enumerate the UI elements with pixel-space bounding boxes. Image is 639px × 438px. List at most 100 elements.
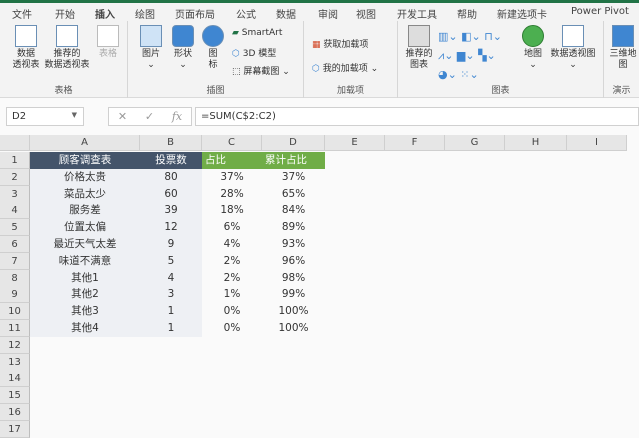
column-header[interactable]: B — [140, 135, 202, 151]
table-cell[interactable]: 最近天气太差 — [30, 236, 140, 253]
table-cell[interactable]: 1 — [140, 303, 202, 320]
shapes-button[interactable]: 形状 ⌄ — [170, 25, 196, 71]
table-cell[interactable]: 100% — [262, 320, 325, 337]
screenshot-button[interactable]: ⬚ 屏幕截图 ⌄ — [232, 64, 290, 77]
table-cell[interactable]: 其他3 — [30, 303, 140, 320]
table-cell[interactable]: 37% — [262, 169, 325, 186]
tab-12[interactable]: Power Pivot — [571, 3, 629, 20]
table-cell[interactable]: 84% — [262, 202, 325, 219]
name-box[interactable]: D2 ▼ — [6, 107, 84, 126]
store-icon: ▦ — [312, 40, 324, 50]
column-header[interactable]: F — [385, 135, 445, 151]
column-header[interactable]: G — [445, 135, 505, 151]
recommended-pivot-button[interactable]: 推荐的 数据透视表 — [42, 25, 92, 71]
row-header[interactable]: 4 — [0, 202, 30, 220]
pivot-chart-button[interactable]: 数据透视图 ⌄ — [548, 25, 598, 71]
table-cell[interactable]: 9 — [140, 236, 202, 253]
table-cell[interactable]: 60 — [140, 185, 202, 203]
row-header[interactable]: 6 — [0, 236, 30, 253]
table-cell[interactable]: 65% — [262, 186, 325, 203]
table-cell[interactable]: 89% — [262, 219, 325, 236]
row-header[interactable]: 13 — [0, 353, 30, 371]
icons-button[interactable]: 图 标 — [202, 25, 224, 71]
row-header[interactable]: 10 — [0, 303, 30, 321]
table-cell[interactable]: 98% — [262, 270, 325, 287]
row-header[interactable]: 12 — [0, 336, 30, 354]
row-header[interactable]: 2 — [0, 168, 30, 186]
header-cell[interactable]: 占比 — [202, 152, 262, 169]
table-cell[interactable]: 96% — [262, 253, 325, 270]
globe-icon — [522, 25, 544, 47]
pivot-table-button[interactable]: 数据 透视表 — [8, 25, 44, 71]
cancel-icon[interactable]: ✕ — [118, 110, 127, 123]
table-cell[interactable]: 39 — [140, 202, 202, 220]
select-all-corner[interactable] — [0, 135, 30, 151]
table-cell[interactable]: 价格太贵 — [30, 168, 140, 186]
table-cell[interactable]: 其他2 — [30, 286, 140, 304]
row-header[interactable]: 8 — [0, 269, 30, 287]
table-cell[interactable]: 37% — [202, 169, 262, 186]
column-header[interactable]: I — [567, 135, 627, 151]
row-header[interactable]: 11 — [0, 320, 30, 337]
table-cell[interactable]: 100% — [262, 303, 325, 320]
row-header[interactable]: 1 — [0, 152, 30, 169]
chart-type-buttons[interactable]: ▥⌄ ◧⌄ ⊓⌄ ⩘⌄ ▆⌄ ▚⌄ ◕⌄ ⁙⌄ — [438, 27, 502, 84]
table-cell[interactable]: 4% — [202, 236, 262, 253]
column-header[interactable]: H — [505, 135, 567, 151]
map-chart-button[interactable]: 地图 ⌄ — [520, 25, 546, 71]
table-cell[interactable]: 味道不满意 — [30, 252, 140, 270]
my-addins-button[interactable]: ⬡ 我的加载项 ⌄ — [312, 61, 378, 74]
row-header[interactable]: 5 — [0, 219, 30, 237]
cube-icon: ⬡ — [232, 49, 243, 59]
smartart-button[interactable]: ▰ SmartArt — [232, 28, 282, 38]
row-header[interactable]: 14 — [0, 370, 30, 388]
picture-button[interactable]: 图片 ⌄ — [138, 25, 164, 71]
column-header[interactable]: E — [325, 135, 385, 151]
table-button[interactable]: 表格 — [94, 25, 122, 60]
recommended-charts-button[interactable]: 推荐的 图表 — [404, 25, 434, 71]
table-cell[interactable]: 2% — [202, 270, 262, 287]
table-cell[interactable]: 服务差 — [30, 202, 140, 220]
group-label: 演示 — [612, 86, 631, 96]
table-cell[interactable]: 2% — [202, 253, 262, 270]
row-header[interactable]: 16 — [0, 404, 30, 421]
table-cell[interactable]: 99% — [262, 286, 325, 303]
formula-buttons: ✕ ✓ fx — [108, 107, 192, 126]
column-header[interactable]: D — [262, 135, 325, 151]
row-header[interactable]: 3 — [0, 185, 30, 203]
row-header[interactable]: 15 — [0, 387, 30, 405]
column-header[interactable]: C — [202, 135, 262, 151]
table-cell[interactable]: 6% — [202, 219, 262, 236]
row-header[interactable]: 7 — [0, 252, 30, 270]
fx-icon[interactable]: fx — [172, 110, 182, 123]
table-cell[interactable]: 菜品太少 — [30, 185, 140, 203]
table-cell[interactable]: 3 — [140, 286, 202, 304]
3d-map-button[interactable]: 三维地 图 — [608, 25, 638, 71]
table-cell[interactable]: 位置太偏 — [30, 219, 140, 236]
row-header[interactable]: 17 — [0, 420, 30, 438]
table-cell[interactable]: 28% — [202, 186, 262, 203]
chevron-down-icon[interactable]: ▼ — [72, 111, 77, 119]
shapes-icon — [172, 25, 194, 47]
header-cell[interactable]: 投票数 — [140, 152, 202, 169]
table-cell[interactable]: 1% — [202, 286, 262, 303]
table-cell[interactable]: 0% — [202, 303, 262, 320]
table-cell[interactable]: 其他1 — [30, 269, 140, 287]
table-cell[interactable]: 12 — [140, 219, 202, 236]
check-icon[interactable]: ✓ — [145, 110, 154, 123]
3d-model-button[interactable]: ⬡ 3D 模型 — [232, 46, 276, 59]
formula-input[interactable]: =SUM(C$2:C2) — [195, 107, 639, 126]
row-header[interactable]: 9 — [0, 286, 30, 304]
header-cell[interactable]: 顾客调查表 — [30, 152, 140, 169]
table-cell[interactable]: 18% — [202, 202, 262, 219]
get-addins-button[interactable]: ▦ 获取加载项 — [312, 37, 368, 50]
header-cell[interactable]: 累计占比 — [262, 152, 325, 169]
table-cell[interactable]: 4 — [140, 269, 202, 287]
table-cell[interactable]: 80 — [140, 168, 202, 186]
column-header[interactable]: A — [30, 135, 140, 151]
table-cell[interactable]: 5 — [140, 252, 202, 270]
table-cell[interactable]: 其他4 — [30, 320, 140, 337]
table-cell[interactable]: 93% — [262, 236, 325, 253]
table-cell[interactable]: 1 — [140, 320, 202, 337]
table-cell[interactable]: 0% — [202, 320, 262, 337]
